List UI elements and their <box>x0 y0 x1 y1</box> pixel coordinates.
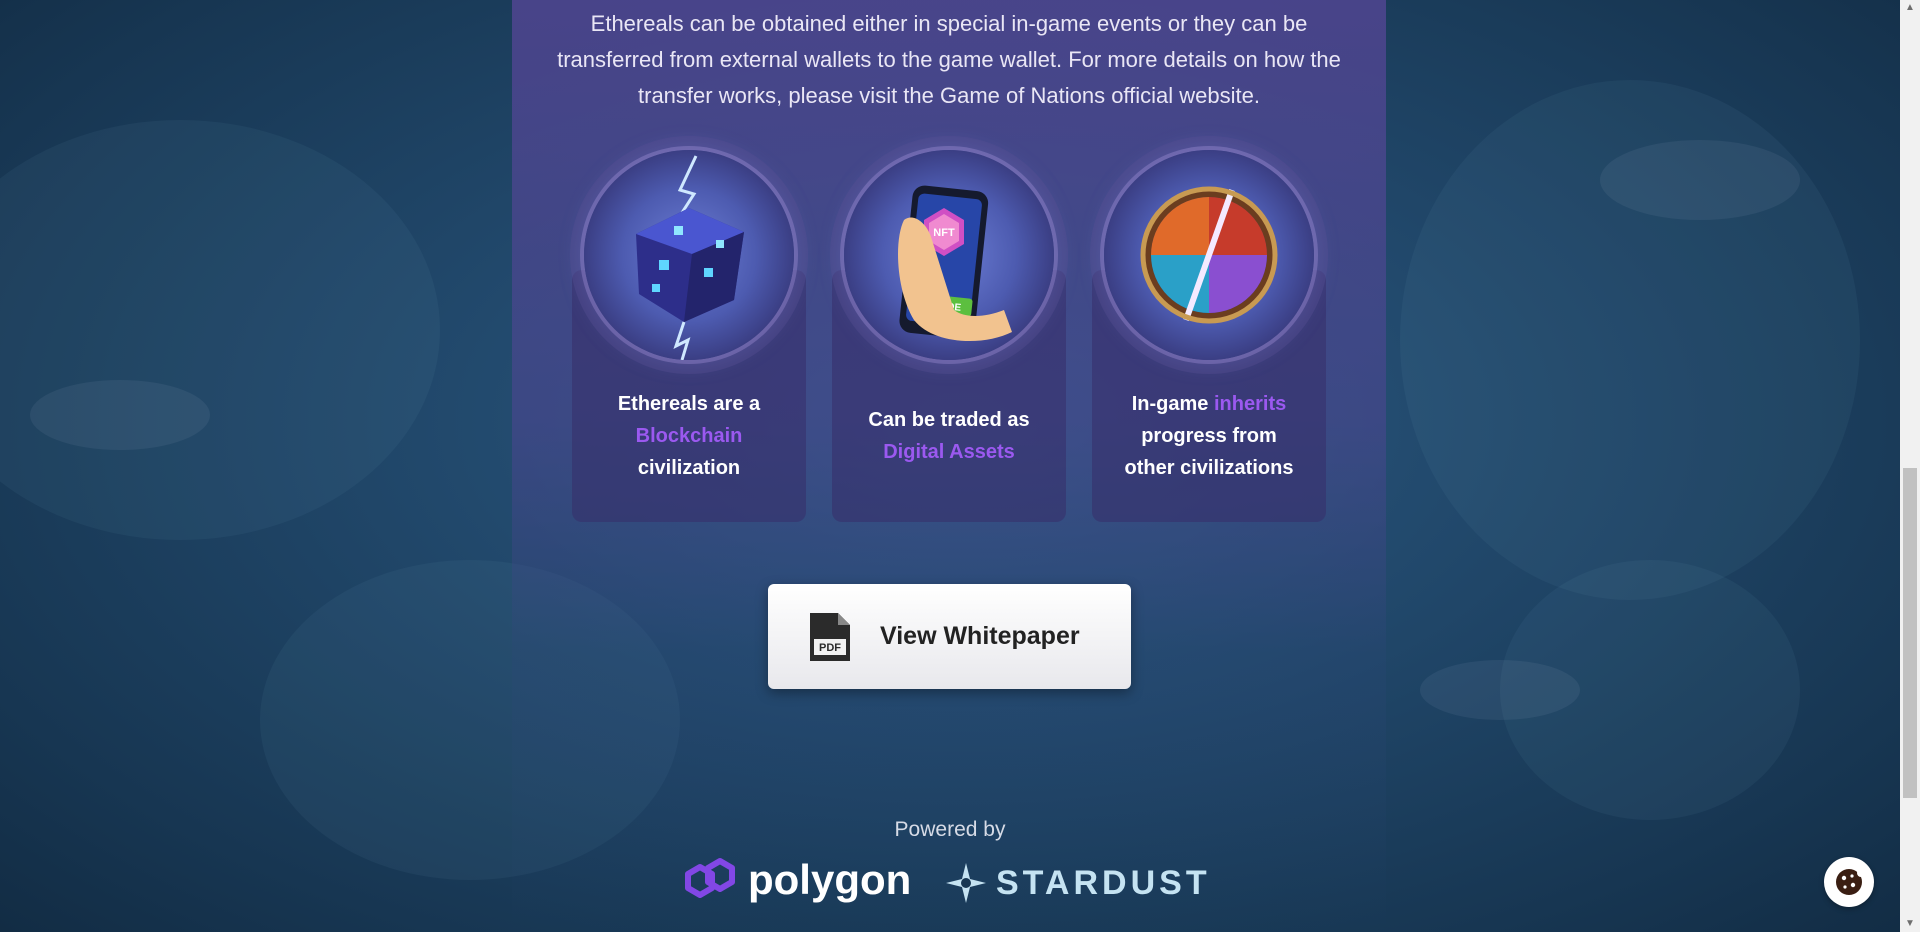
polygon-wordmark: polygon <box>748 856 912 903</box>
feature-text-part: Ethereals are a <box>617 393 761 415</box>
feature-text-inherits: In-game inherits progress from other civ… <box>1092 388 1326 484</box>
cookie-settings-button[interactable] <box>1824 857 1874 907</box>
stardust-logo[interactable]: STARDUST <box>944 858 1211 908</box>
star-icon <box>946 863 986 903</box>
intro-line: Ethereals can be obtained either in spec… <box>590 11 1308 36</box>
scroll-down-arrow-icon[interactable]: ▼ <box>1900 916 1920 932</box>
intro-line: transferred from external wallets to the… <box>557 47 1341 72</box>
feature-text-part: Can be traded as <box>868 409 1030 431</box>
intro-line: transfer works, please visit the Game of… <box>638 83 1260 108</box>
powered-by-label: Powered by <box>894 818 1006 841</box>
feature-text-part: In-game <box>1131 393 1209 415</box>
polygon-logo[interactable]: polygon <box>682 854 911 906</box>
pdf-icon-label: PDF <box>819 642 841 654</box>
view-whitepaper-label: View Whitepaper <box>880 622 1080 650</box>
feature-text-part: civilization <box>637 457 741 479</box>
feature-text-blockchain: Ethereals are a Blockchain civilization <box>572 388 806 484</box>
blockchain-cube-icon <box>584 150 794 360</box>
elemental-orb-icon <box>1104 150 1314 360</box>
vertical-scrollbar[interactable]: ▲ ▼ <box>1900 0 1920 932</box>
feature-highlight: inherits <box>1214 393 1287 415</box>
nft-phone-trade-icon: NFT TRADE <box>844 150 1054 360</box>
scrollbar-thumb[interactable] <box>1903 468 1917 798</box>
nft-badge: NFT <box>933 227 955 239</box>
polygon-icon <box>685 858 735 898</box>
feature-text-part: other civilizations <box>1124 457 1294 479</box>
stardust-wordmark: STARDUST <box>996 863 1211 902</box>
scroll-up-arrow-icon[interactable]: ▲ <box>1900 0 1920 16</box>
feature-highlight: Blockchain <box>635 425 743 447</box>
intro-paragraph: Ethereals can be obtained either in spec… <box>548 6 1350 114</box>
cookie-icon <box>1836 869 1864 895</box>
feature-text-part: progress from <box>1141 425 1277 447</box>
feature-highlight: Digital Assets <box>883 441 1015 463</box>
view-whitepaper-button[interactable]: PDF View Whitepaper <box>768 584 1131 689</box>
pdf-file-icon: PDF <box>810 612 850 661</box>
feature-text-digital-assets: Can be traded as Digital Assets <box>832 404 1066 468</box>
